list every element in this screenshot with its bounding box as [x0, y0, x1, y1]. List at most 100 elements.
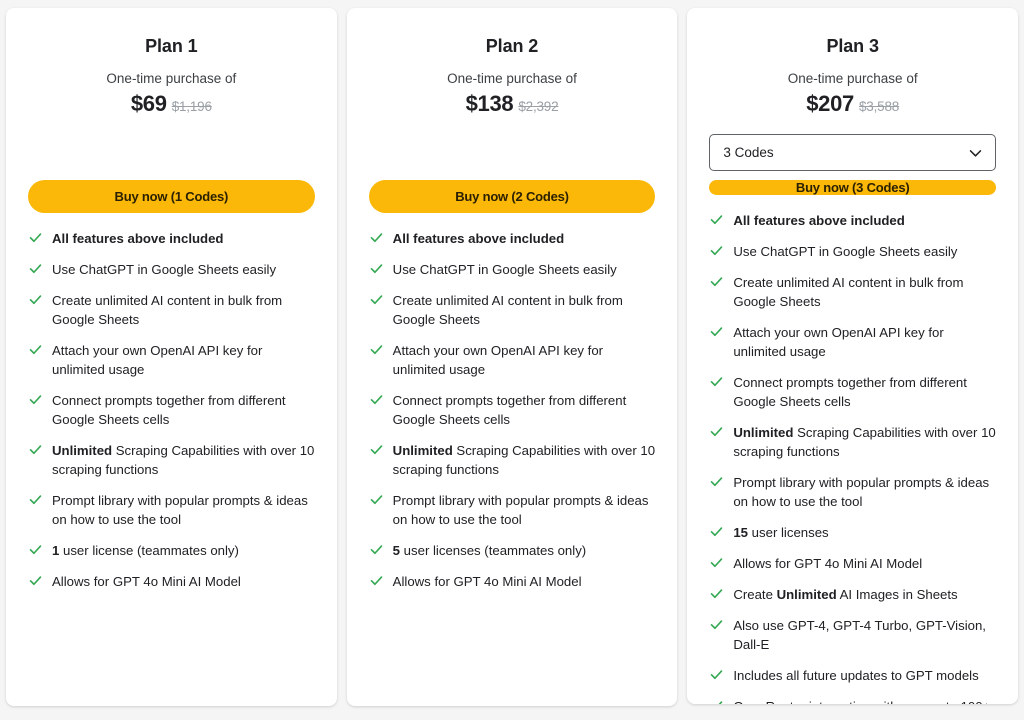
- plan-card-1: Plan 1 One-time purchase of $69 $1,196 Buy n…: [6, 8, 337, 706]
- buy-now-button[interactable]: Buy now (3 Codes): [709, 180, 997, 196]
- code-quantity-select[interactable]: 3 Codes: [709, 134, 997, 172]
- feature-text: Allows for GPT 4o Mini AI Model: [52, 574, 241, 590]
- feature-item: Connect prompts together from different …: [369, 391, 656, 429]
- check-icon: [369, 392, 384, 407]
- feature-item: Connect prompts together from different …: [709, 373, 996, 411]
- feature-text: Prompt library with popular prompts & id…: [52, 493, 308, 528]
- plan-subtitle: One-time purchase of: [787, 71, 918, 86]
- check-icon: [28, 261, 43, 276]
- feature-item: Includes all future updates to GPT model…: [709, 666, 996, 685]
- feature-item: 15 user licenses: [709, 523, 996, 542]
- feature-text: Attach your own OpenAI API key for unlim…: [52, 343, 263, 378]
- feature-text: Create Unlimited AI Images in Sheets: [733, 587, 958, 603]
- check-icon: [369, 442, 384, 457]
- feature-text: Prompt library with popular prompts & id…: [392, 493, 649, 528]
- feature-text: Allows for GPT 4o Mini AI Model: [733, 556, 923, 572]
- current-price: $207: [806, 91, 854, 117]
- check-icon: [369, 230, 384, 245]
- feature-text: Create unlimited AI content in bulk from…: [733, 275, 964, 310]
- feature-item: Allows for GPT 4o Mini AI Model: [709, 554, 996, 573]
- feature-text: OpenRouter integration with access to 10…: [733, 697, 996, 704]
- feature-item: All features above included: [28, 229, 315, 248]
- plan-title: Plan 2: [485, 36, 539, 56]
- feature-item: Create Unlimited AI Images in Sheets: [709, 585, 996, 604]
- check-icon: [369, 292, 384, 307]
- check-icon: [709, 474, 724, 489]
- feature-text: 15 user licenses: [733, 525, 829, 541]
- check-icon: [369, 542, 384, 557]
- feature-text: Attach your own OpenAI API key for unlim…: [733, 325, 944, 360]
- feature-text: Connect prompts together from different …: [733, 375, 967, 410]
- check-icon: [709, 424, 724, 439]
- feature-list: All features above included Use ChatGPT i…: [28, 229, 315, 603]
- check-icon: [28, 492, 43, 507]
- feature-text: Use ChatGPT in Google Sheets easily: [52, 262, 277, 278]
- check-icon: [369, 492, 384, 507]
- original-price: $2,392: [518, 99, 559, 115]
- check-icon: [709, 243, 724, 258]
- check-icon: [369, 342, 384, 357]
- check-icon: [709, 586, 724, 601]
- plan-card-2: Plan 2 One-time purchase of $138 $2,392 Buy …: [346, 8, 678, 706]
- feature-text: Attach your own OpenAI API key for unlim…: [392, 343, 604, 378]
- feature-item: Allows for GPT 4o Mini AI Model: [369, 572, 656, 591]
- feature-text: Unlimited Scraping Capabilities with ove…: [52, 443, 315, 478]
- feature-item: 1 user license (teammates only): [28, 541, 315, 560]
- feature-item: 5 user licenses (teammates only): [369, 541, 656, 560]
- feature-text: Unlimited Scraping Capabilities with ove…: [392, 443, 656, 478]
- pricing-plans-grid: Plan 1 One-time purchase of $69 $1,196 Buy n…: [0, 0, 1024, 720]
- check-icon: [709, 617, 724, 632]
- feature-item: All features above included: [369, 229, 656, 248]
- feature-text: 1 user license (teammates only): [52, 543, 239, 559]
- plan-card-3: Plan 3 One-time purchase of $207 $3,588 3 Co…: [687, 8, 1019, 704]
- check-icon: [709, 324, 724, 339]
- feature-item: Unlimited Scraping Capabilities with ove…: [709, 423, 996, 461]
- price-row: $207 $3,588: [709, 91, 996, 117]
- feature-text: All features above included: [392, 231, 565, 247]
- check-icon: [709, 524, 724, 539]
- feature-item: OpenRouter integration with access to 10…: [709, 697, 996, 704]
- feature-text: Prompt library with popular prompts & id…: [733, 475, 990, 510]
- feature-item: Use ChatGPT in Google Sheets easily: [28, 260, 315, 279]
- feature-item: Use ChatGPT in Google Sheets easily: [369, 260, 656, 279]
- feature-text: Create unlimited AI content in bulk from…: [392, 293, 623, 328]
- feature-list: All features above included Use ChatGPT i…: [709, 211, 996, 704]
- feature-item: Unlimited Scraping Capabilities with ove…: [369, 441, 656, 479]
- buy-now-button[interactable]: Buy now (2 Codes): [368, 180, 656, 214]
- check-icon: [709, 374, 724, 389]
- check-icon: [28, 342, 43, 357]
- feature-item: Prompt library with popular prompts & id…: [28, 491, 315, 529]
- check-icon: [28, 292, 43, 307]
- feature-item: Create unlimited AI content in bulk from…: [709, 273, 996, 311]
- plan-title: Plan 3: [826, 36, 879, 56]
- check-icon: [369, 261, 384, 276]
- feature-text: Connect prompts together from different …: [52, 393, 286, 428]
- check-icon: [28, 573, 43, 588]
- check-icon: [28, 442, 43, 457]
- feature-item: Use ChatGPT in Google Sheets easily: [709, 242, 996, 261]
- feature-item: Prompt library with popular prompts & id…: [369, 491, 656, 529]
- feature-text: All features above included: [733, 213, 905, 229]
- feature-text: Connect prompts together from different …: [392, 393, 627, 428]
- feature-text: Use ChatGPT in Google Sheets easily: [733, 244, 958, 260]
- feature-text: All features above included: [52, 231, 224, 247]
- select-placeholder-spacer: [28, 117, 315, 171]
- feature-item: Unlimited Scraping Capabilities with ove…: [28, 441, 315, 479]
- feature-item: Attach your own OpenAI API key for unlim…: [369, 341, 656, 379]
- check-icon: [709, 667, 724, 682]
- feature-item: Create unlimited AI content in bulk from…: [28, 291, 315, 329]
- feature-text: Use ChatGPT in Google Sheets easily: [392, 262, 617, 278]
- feature-item: Attach your own OpenAI API key for unlim…: [709, 323, 996, 361]
- check-icon: [28, 392, 43, 407]
- check-icon: [28, 542, 43, 557]
- original-price: $1,196: [171, 99, 212, 115]
- feature-item: Connect prompts together from different …: [28, 391, 315, 429]
- feature-text: Also use GPT-4, GPT-4 Turbo, GPT-Vision,…: [733, 618, 986, 653]
- current-price: $138: [465, 91, 514, 117]
- feature-item: All features above included: [709, 211, 996, 230]
- feature-text: 5 user licenses (teammates only): [392, 543, 587, 559]
- buy-now-button[interactable]: Buy now (1 Codes): [28, 180, 315, 214]
- check-icon: [709, 212, 724, 227]
- plan-subtitle: One-time purchase of: [447, 71, 577, 86]
- feature-item: Prompt library with popular prompts & id…: [709, 473, 996, 511]
